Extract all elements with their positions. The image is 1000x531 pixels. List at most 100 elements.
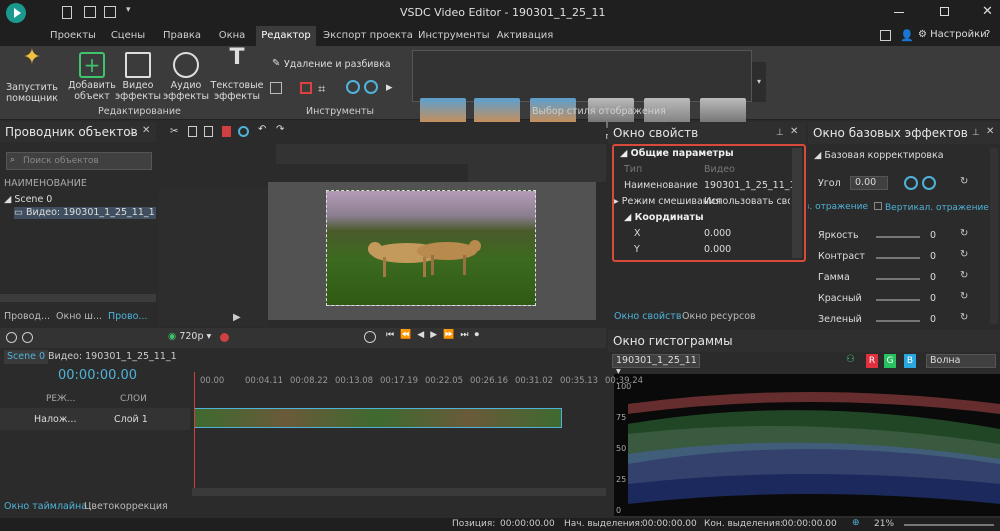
paste-icon[interactable] bbox=[204, 126, 213, 137]
param-slider[interactable] bbox=[876, 278, 920, 280]
redo-icon[interactable]: ↷ bbox=[276, 124, 284, 135]
pin-icon[interactable]: ⊥ bbox=[128, 127, 136, 137]
mode-select[interactable]: Волна bbox=[926, 354, 996, 368]
tab-properties[interactable]: Окно свойств bbox=[614, 310, 681, 324]
zoom-icon[interactable]: ⊕ bbox=[852, 518, 860, 528]
record-icon[interactable] bbox=[220, 333, 229, 342]
angle-input[interactable]: 0.00 bbox=[850, 176, 888, 190]
tab-video[interactable]: Видео: 190301_1_25_11_1 bbox=[48, 350, 177, 364]
crop-icon[interactable] bbox=[300, 82, 312, 94]
layout-icon[interactable] bbox=[880, 30, 891, 41]
param-slider[interactable] bbox=[876, 236, 920, 238]
add-object-button[interactable]: + Добавить объект bbox=[64, 52, 120, 102]
add-icon[interactable] bbox=[6, 332, 17, 343]
video-clip[interactable] bbox=[194, 408, 562, 428]
link-icon[interactable]: ⚇ bbox=[846, 354, 855, 365]
close-icon[interactable]: ✕ bbox=[982, 4, 993, 19]
save-icon[interactable] bbox=[84, 6, 96, 18]
menu-edit[interactable]: Правка bbox=[156, 26, 208, 46]
transport-controls[interactable]: ⏮⏪◀▶⏩⏭⏺ bbox=[386, 330, 485, 340]
text-effects-button[interactable]: T Текстовые эффекты bbox=[208, 47, 266, 103]
tab-explorer[interactable]: Провод... bbox=[4, 310, 50, 324]
delete-split-button[interactable]: Удаление и разбивка bbox=[284, 59, 391, 70]
settings-button[interactable]: ⚙ Настройки bbox=[918, 29, 987, 40]
tree-scene[interactable]: ◢ Scene 0 bbox=[4, 194, 52, 205]
menu-tools[interactable]: Инструменты bbox=[418, 26, 490, 46]
reset-icon[interactable]: ↻ bbox=[960, 291, 968, 302]
hflip-checkbox[interactable]: Гориз. отражение bbox=[808, 202, 868, 212]
menu-activation[interactable]: Активация bbox=[494, 26, 556, 46]
restore-icon[interactable] bbox=[940, 7, 949, 16]
reset-icon[interactable]: ↻ bbox=[960, 228, 968, 239]
tab-color-correction[interactable]: Цветокоррекция bbox=[84, 500, 168, 514]
quick-access-dropdown-icon[interactable]: ▾ bbox=[126, 5, 131, 15]
tree-video[interactable]: ▭ Видео: 190301_1_25_11_1 bbox=[14, 207, 156, 219]
remove-icon[interactable] bbox=[22, 332, 33, 343]
reset-icon[interactable]: ↻ bbox=[960, 249, 968, 260]
rotate-right-icon[interactable] bbox=[364, 80, 378, 94]
param-slider[interactable] bbox=[876, 299, 920, 301]
props-close-icon[interactable]: ✕ bbox=[790, 126, 798, 137]
rotate-cw-90-icon[interactable] bbox=[922, 176, 936, 190]
y-field[interactable]: 0.000 bbox=[704, 244, 731, 255]
blend-field[interactable]: Использовать свойс bbox=[704, 196, 790, 207]
param-slider[interactable] bbox=[876, 257, 920, 259]
wizard-button[interactable]: ✦ Запустить помощник bbox=[4, 47, 60, 105]
effects-scrollbar[interactable] bbox=[990, 148, 998, 324]
save-all-icon[interactable] bbox=[104, 6, 116, 18]
reset-icon[interactable]: ↻ bbox=[960, 312, 968, 323]
crop-tool-icon[interactable]: ⌗ bbox=[318, 82, 325, 97]
effects-pin-icon[interactable]: ⊥ bbox=[972, 128, 980, 138]
search-box[interactable]: ⌕ Поиск объектов bbox=[6, 152, 152, 170]
reset-angle-icon[interactable]: ↻ bbox=[960, 176, 968, 187]
props-pin-icon[interactable]: ⊥ bbox=[776, 128, 784, 138]
channel-r-button[interactable]: R bbox=[866, 354, 878, 368]
undo-icon[interactable]: ↶ bbox=[258, 124, 266, 135]
menu-scenes[interactable]: Сцены bbox=[106, 26, 150, 46]
flip-icon[interactable]: ▸ bbox=[386, 80, 393, 95]
channel-b-button[interactable]: B bbox=[904, 354, 916, 368]
layer-name[interactable]: Слой 1 bbox=[114, 414, 148, 425]
user-icon[interactable]: 👤 bbox=[900, 29, 914, 42]
zoom-slider[interactable] bbox=[904, 524, 994, 526]
play-icon[interactable]: ▶ bbox=[233, 312, 241, 323]
section-basic[interactable]: ◢ Базовая корректировка bbox=[814, 150, 944, 161]
menu-editor[interactable]: Редактор bbox=[256, 26, 316, 46]
tab-timeline[interactable]: Окно таймлайна bbox=[4, 500, 87, 514]
menu-windows[interactable]: Окна bbox=[210, 26, 254, 46]
props-scrollbar[interactable] bbox=[792, 148, 802, 258]
audio-effects-button[interactable]: Аудио эффекты bbox=[160, 52, 212, 102]
gallery-dropdown-icon[interactable]: ▾ bbox=[752, 62, 766, 102]
rotate-left-icon[interactable] bbox=[346, 80, 360, 94]
resolution-select[interactable]: ◉ 720p ▾ bbox=[168, 331, 211, 342]
channel-g-button[interactable]: G bbox=[884, 354, 896, 368]
new-file-icon[interactable] bbox=[62, 6, 72, 19]
playhead[interactable] bbox=[194, 372, 195, 488]
tab-scene[interactable]: Scene 0 bbox=[4, 350, 49, 364]
source-select[interactable]: 190301_1_25_11 ▾ bbox=[612, 354, 700, 377]
menu-export[interactable]: Экспорт проекта bbox=[320, 26, 416, 46]
vflip-checkbox[interactable]: Вертикал. отражение bbox=[874, 202, 989, 213]
brush-icon[interactable]: ✎ bbox=[272, 58, 280, 69]
effects-close-icon[interactable]: ✕ bbox=[986, 126, 994, 137]
explorer-close-icon[interactable]: ✕ bbox=[142, 125, 150, 136]
name-field[interactable]: 190301_1_25_11_1 bbox=[704, 180, 796, 191]
cut-tool-icon[interactable] bbox=[270, 82, 282, 94]
minimize-icon[interactable] bbox=[894, 12, 904, 13]
explorer-scrollbar[interactable] bbox=[0, 294, 156, 302]
tab-explorer-2[interactable]: Прово... bbox=[108, 310, 147, 324]
copy-icon[interactable] bbox=[188, 126, 197, 137]
video-effects-button[interactable]: Видео эффекты bbox=[114, 52, 162, 102]
menu-projects[interactable]: Проекты bbox=[44, 26, 102, 46]
tab-window[interactable]: Окно ш... bbox=[56, 310, 102, 324]
help-icon[interactable]: ? bbox=[985, 29, 990, 40]
x-field[interactable]: 0.000 bbox=[704, 228, 731, 239]
timeline-scrollbar[interactable] bbox=[192, 488, 606, 496]
blend-mode[interactable]: Налож... bbox=[34, 414, 76, 425]
tab-resources[interactable]: Окно ресурсов bbox=[682, 310, 756, 324]
scissors-icon[interactable]: ✂ bbox=[170, 126, 178, 137]
section-general[interactable]: ◢ Общие параметры bbox=[620, 148, 734, 159]
delete-icon[interactable] bbox=[222, 126, 231, 137]
clock-icon[interactable] bbox=[364, 331, 376, 343]
param-slider[interactable] bbox=[876, 320, 920, 322]
